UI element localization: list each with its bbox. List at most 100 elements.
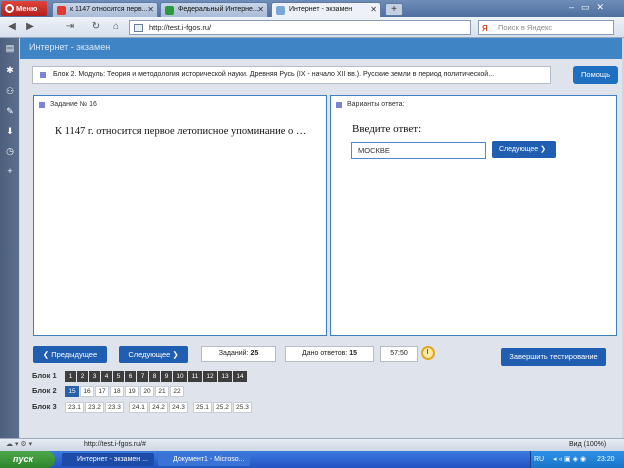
fast-forward-icon[interactable]: ⇥	[62, 20, 78, 34]
task-cell[interactable]: 16	[80, 386, 94, 397]
notes-icon[interactable]: ✎	[5, 106, 15, 116]
task-cell[interactable]: 11	[188, 371, 202, 382]
widgets-icon[interactable]: ✱	[5, 65, 15, 75]
start-label: пуск	[13, 454, 34, 464]
yandex-icon: Я	[482, 24, 488, 33]
home-icon[interactable]: ⌂	[108, 20, 124, 34]
task-cell[interactable]: 1	[65, 371, 76, 382]
page-icon	[134, 24, 143, 32]
task-cell[interactable]: 24.1	[129, 402, 148, 413]
tasks-label: Заданий:	[218, 350, 249, 357]
finish-test-button[interactable]: Завершить тестирование	[501, 348, 606, 366]
tab-label: Интернет - экзамен	[289, 6, 353, 13]
taskbar: пуск Интернет - экзамен ... Документ1 - …	[0, 451, 624, 468]
unite-icon[interactable]: ⚇	[5, 86, 15, 96]
square-icon	[336, 102, 342, 108]
menu-label: Меню	[16, 4, 38, 13]
tab-close-icon[interactable]: ✕	[257, 5, 264, 14]
task-cell[interactable]: 7	[137, 371, 148, 382]
alarm-clock-icon	[421, 346, 435, 360]
task-cell[interactable]: 5	[113, 371, 124, 382]
task-cell[interactable]: 4	[101, 371, 112, 382]
zoom-level[interactable]: Вид (100%)	[569, 441, 606, 448]
tray-icons[interactable]: ◂◃▣◈◉	[553, 451, 588, 468]
question-text: К 1147 г. относится первое летописное уп…	[55, 126, 307, 137]
task-cell[interactable]: 23.1	[65, 402, 84, 413]
help-button[interactable]: Помощь	[573, 66, 618, 84]
status-url: http://test.i-fgos.ru/#	[84, 441, 146, 448]
task-cell[interactable]: 17	[95, 386, 109, 397]
task-cell[interactable]: 13	[218, 371, 232, 382]
status-bar: ☁ ▾ ⚙ ▾ http://test.i-fgos.ru/# Вид (100…	[0, 438, 624, 451]
favicon-icon	[165, 6, 174, 15]
task-cell[interactable]: 22	[170, 386, 184, 397]
task-cell[interactable]: 2	[77, 371, 88, 382]
task-cell[interactable]: 24.2	[149, 402, 168, 413]
question-number: Задание № 16	[50, 101, 97, 108]
forward-icon[interactable]: ▶	[22, 20, 38, 34]
next-button[interactable]: Следующее ❯	[119, 346, 188, 363]
new-tab-button[interactable]: +	[385, 3, 403, 16]
task-cell[interactable]: 12	[203, 371, 217, 382]
task-cell[interactable]: 25.1	[193, 402, 212, 413]
tab-close-icon[interactable]: ✕	[370, 5, 377, 14]
history-icon[interactable]: ◷	[5, 146, 15, 156]
task-cell[interactable]: 21	[155, 386, 169, 397]
side-panel	[0, 38, 19, 438]
tasks-count-box: Заданий: 25	[201, 346, 276, 362]
taskbar-item-opera[interactable]: Интернет - экзамен ...	[62, 453, 154, 466]
task-cell[interactable]: 18	[110, 386, 124, 397]
favicon-icon	[276, 6, 285, 15]
previous-button[interactable]: ❮ Предыдущее	[33, 346, 107, 363]
favicon-icon	[57, 6, 66, 15]
block-info-bar: Блок 2. Модуль: Теория и методология ист…	[32, 66, 551, 84]
task-cell[interactable]: 6	[125, 371, 136, 382]
url-field[interactable]: http://test.i-fgos.ru/	[129, 20, 471, 35]
lang-indicator[interactable]: RU	[534, 451, 544, 468]
start-button[interactable]: пуск	[0, 451, 55, 468]
taskbar-item-word[interactable]: Документ1 - Microso...	[158, 453, 250, 466]
answer-options-heading: Варианты ответа:	[347, 101, 405, 108]
task-cell[interactable]: 8	[149, 371, 160, 382]
browser-tab-2[interactable]: Федеральный Интерне... ✕	[160, 2, 268, 17]
square-icon	[39, 102, 45, 108]
url-text: http://test.i-fgos.ru/	[149, 23, 212, 32]
task-cell[interactable]: 10	[173, 371, 187, 382]
task-cell[interactable]: 25.3	[233, 402, 252, 413]
block-2-label: Блок 2	[32, 386, 57, 395]
back-icon[interactable]: ◀	[4, 20, 20, 34]
page-title: Интернет - экзамен	[20, 38, 622, 59]
square-icon	[40, 72, 46, 78]
tasks-count: 25	[250, 350, 259, 357]
clock-time: 23:20	[597, 456, 615, 463]
opera-logo-icon	[5, 4, 14, 13]
block-1-label: Блок 1	[32, 371, 57, 380]
tab-close-icon[interactable]: ✕	[147, 5, 154, 14]
browser-tab-1[interactable]: к 1147 относится перв... ✕	[52, 2, 158, 17]
answer-next-button[interactable]: Следующее ❯	[492, 141, 556, 158]
task-cell[interactable]: 25.2	[213, 402, 232, 413]
downloads-icon[interactable]: ⬇	[5, 126, 15, 136]
opera-menu-button[interactable]: Меню	[1, 1, 47, 16]
task-cell[interactable]: 20	[140, 386, 154, 397]
task-cell[interactable]: 9	[161, 371, 172, 382]
task-cell[interactable]: 3	[89, 371, 100, 382]
task-cell[interactable]: 19	[125, 386, 139, 397]
window-controls[interactable]: –▭✕	[569, 2, 624, 15]
timer: 57:50	[380, 346, 418, 362]
task-cell[interactable]: 14	[233, 371, 247, 382]
add-panel-icon[interactable]: +	[5, 166, 15, 176]
reload-icon[interactable]: ↻	[88, 20, 104, 34]
search-placeholder: Поиск в Яндекс	[498, 23, 553, 32]
answer-input[interactable]	[351, 142, 486, 159]
task-cell[interactable]: 15	[65, 386, 79, 397]
search-input[interactable]: Я Поиск в Яндекс	[478, 20, 614, 35]
task-cell[interactable]: 23.3	[105, 402, 124, 413]
task-cell[interactable]: 23.2	[85, 402, 104, 413]
view-icons[interactable]: ☁ ▾ ⚙ ▾	[6, 440, 32, 448]
tab-label: к 1147 относится перв...	[70, 6, 148, 13]
block-3-label: Блок 3	[32, 402, 57, 411]
bookmarks-icon[interactable]: ▤	[5, 43, 15, 53]
browser-tab-3[interactable]: Интернет - экзамен ✕	[271, 2, 381, 17]
task-cell[interactable]: 24.3	[169, 402, 188, 413]
